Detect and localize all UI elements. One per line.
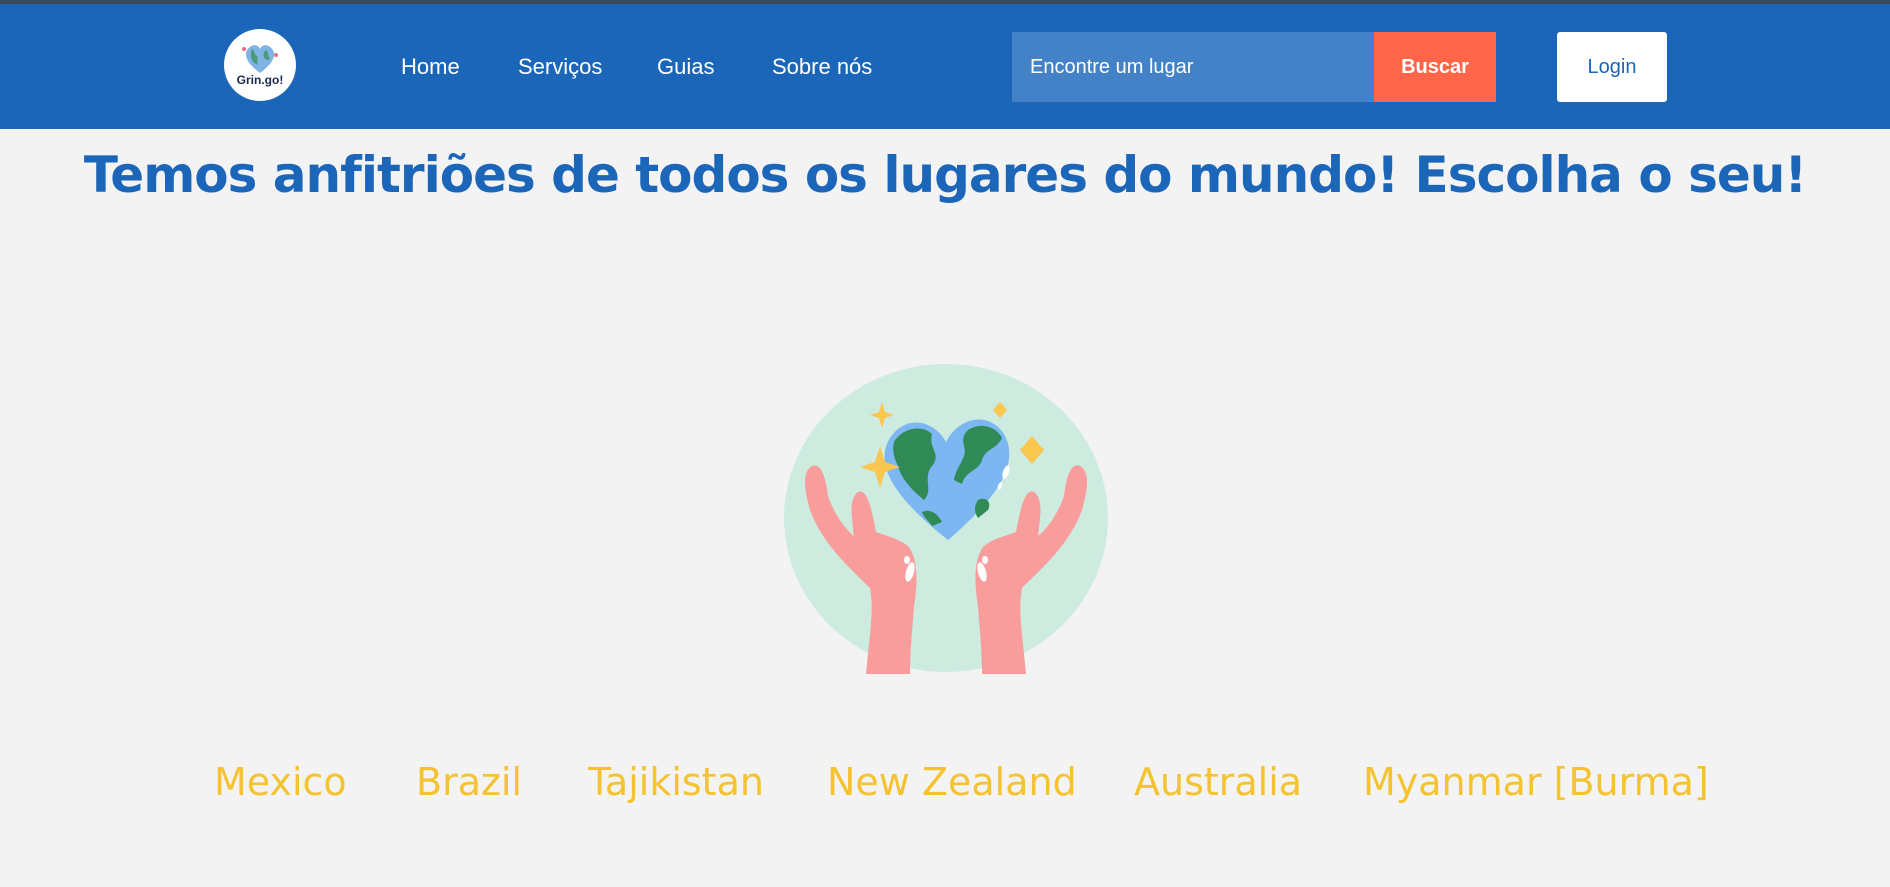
country-link-australia[interactable]: Australia — [1134, 760, 1302, 804]
nav-home[interactable]: Home — [401, 54, 460, 80]
nav-servicos[interactable]: Serviços — [518, 54, 602, 80]
nav-sobre-nos[interactable]: Sobre nós — [772, 54, 872, 80]
search-button[interactable]: Buscar — [1374, 32, 1496, 102]
heart-globe-icon — [242, 45, 278, 73]
illustration — [782, 362, 1110, 674]
country-link-mexico[interactable]: Mexico — [214, 760, 347, 804]
search-input[interactable] — [1028, 54, 1372, 80]
logo[interactable]: Grin.go! — [224, 29, 296, 101]
country-link-brazil[interactable]: Brazil — [416, 760, 522, 804]
nav-guias[interactable]: Guias — [657, 54, 714, 80]
country-link-tajikistan[interactable]: Tajikistan — [588, 760, 764, 804]
country-link-myanmar[interactable]: Myanmar [Burma] — [1363, 760, 1709, 804]
page-headline: Temos anfitriões de todos os lugares do … — [83, 146, 1807, 204]
site-header: Grin.go! Home Serviços Guias Sobre nós B… — [0, 4, 1890, 129]
logo-text: Grin.go! — [236, 73, 284, 87]
country-link-new-zealand[interactable]: New Zealand — [827, 760, 1077, 804]
hands-holding-heart-globe-icon — [784, 364, 1108, 674]
login-button[interactable]: Login — [1557, 32, 1667, 102]
search-box — [1012, 32, 1374, 102]
